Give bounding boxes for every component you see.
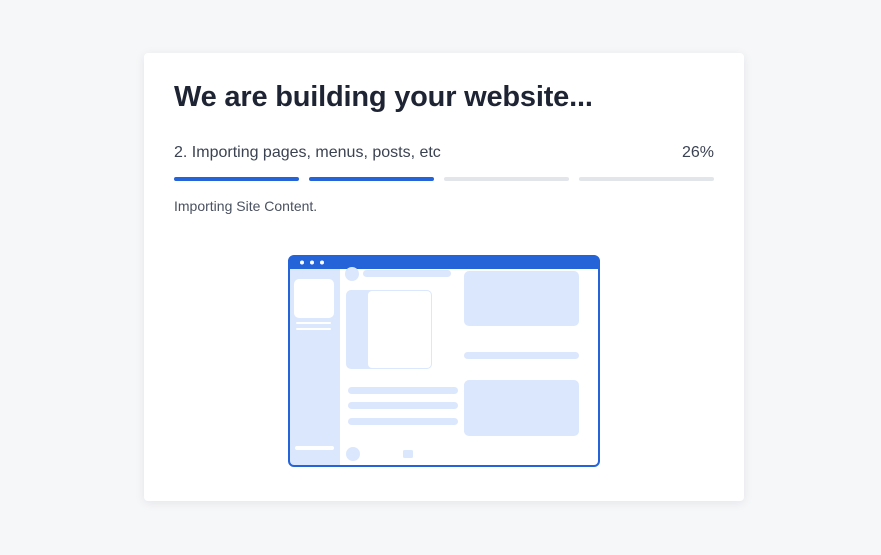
progress-segment-3 [444, 177, 569, 181]
status-text: Importing Site Content. [174, 198, 318, 214]
step-label: 2. Importing pages, menus, posts, etc [174, 144, 441, 161]
progress-segment-4 [579, 177, 714, 181]
page-title: We are building your website... [174, 81, 593, 113]
progress-segment-2 [309, 177, 434, 181]
window-dot-icon [310, 260, 314, 265]
step-row: 2. Importing pages, menus, posts, etc 26… [174, 144, 714, 162]
window-dot-icon [320, 260, 324, 265]
progress-bar [174, 177, 714, 181]
website-preview-illustration [288, 255, 600, 467]
window-dot-icon [300, 260, 304, 265]
import-progress-card: We are building your website... 2. Impor… [144, 53, 744, 501]
progress-percent: 26% [681, 144, 714, 161]
progress-segment-1 [174, 177, 299, 181]
browser-titlebar [289, 256, 599, 269]
